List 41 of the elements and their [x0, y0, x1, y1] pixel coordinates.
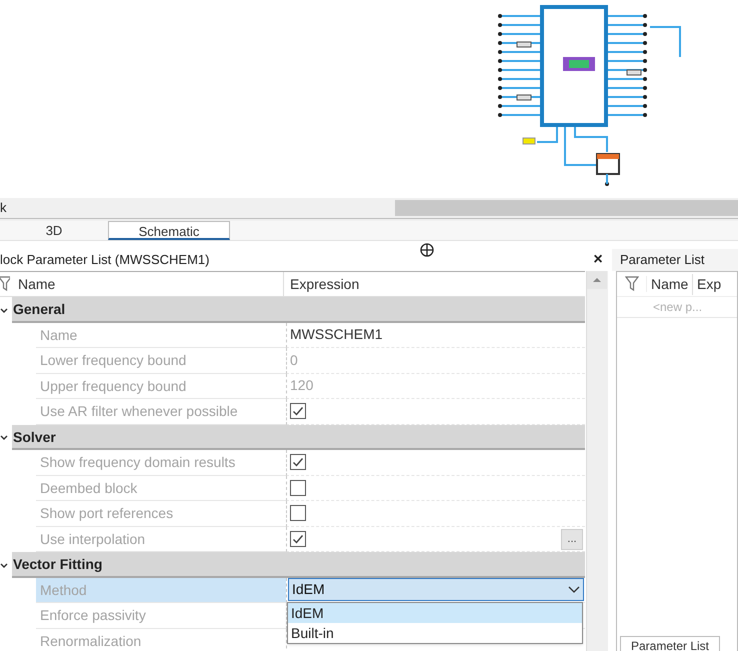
scroll-up-icon[interactable] [587, 271, 607, 289]
checkbox[interactable] [290, 454, 306, 470]
panel-title: lock Parameter List (MWSSCHEM1) [0, 251, 210, 270]
column-header[interactable]: Name [18, 272, 284, 296]
column-header[interactable]: Expression [290, 274, 360, 294]
dropdown-option[interactable]: Built-in [288, 622, 582, 642]
property-value[interactable]: MWSSCHEM1 [290, 324, 383, 346]
crosshair-icon [420, 243, 434, 257]
method-dropdown[interactable]: IdEM [288, 578, 584, 602]
window-title: k [0, 199, 8, 217]
column-header[interactable]: Name [647, 274, 693, 294]
property-name: Method [36, 578, 286, 603]
property-name: Upper frequency bound [36, 374, 286, 399]
checkbox[interactable] [290, 530, 306, 547]
view-tab[interactable]: Schematic [108, 221, 230, 240]
checkmark-icon [292, 532, 304, 545]
property-name: Name [36, 322, 286, 348]
checkbox[interactable] [290, 403, 306, 420]
expand-chevron-icon[interactable] [0, 560, 8, 569]
ellipsis-button[interactable]: ... [561, 528, 583, 550]
checkbox[interactable] [290, 505, 306, 522]
panel-title: Parameter List [612, 249, 738, 271]
scrollbar[interactable] [395, 200, 738, 216]
filter-icon[interactable] [624, 276, 638, 292]
chevron-down-icon [568, 586, 580, 594]
group-header[interactable]: Solver [12, 424, 585, 450]
column-header[interactable]: Exp [693, 274, 722, 294]
property-name: Use interpolation [36, 526, 286, 552]
checkmark-icon [292, 456, 304, 468]
filter-icon[interactable] [0, 276, 10, 292]
view-tab[interactable]: 3D [0, 221, 108, 240]
checkbox[interactable] [290, 480, 306, 496]
expand-chevron-icon[interactable] [0, 306, 8, 314]
dropdown-option[interactable]: IdEM [288, 602, 582, 622]
checkmark-icon [292, 405, 304, 418]
expand-chevron-icon[interactable] [0, 433, 8, 442]
group-header[interactable]: General [12, 297, 585, 322]
scrollbar[interactable] [586, 271, 608, 651]
close-button[interactable]: × [590, 252, 606, 268]
group-header[interactable]: Vector Fitting [12, 552, 585, 578]
property-name: Deembed block [36, 476, 286, 501]
